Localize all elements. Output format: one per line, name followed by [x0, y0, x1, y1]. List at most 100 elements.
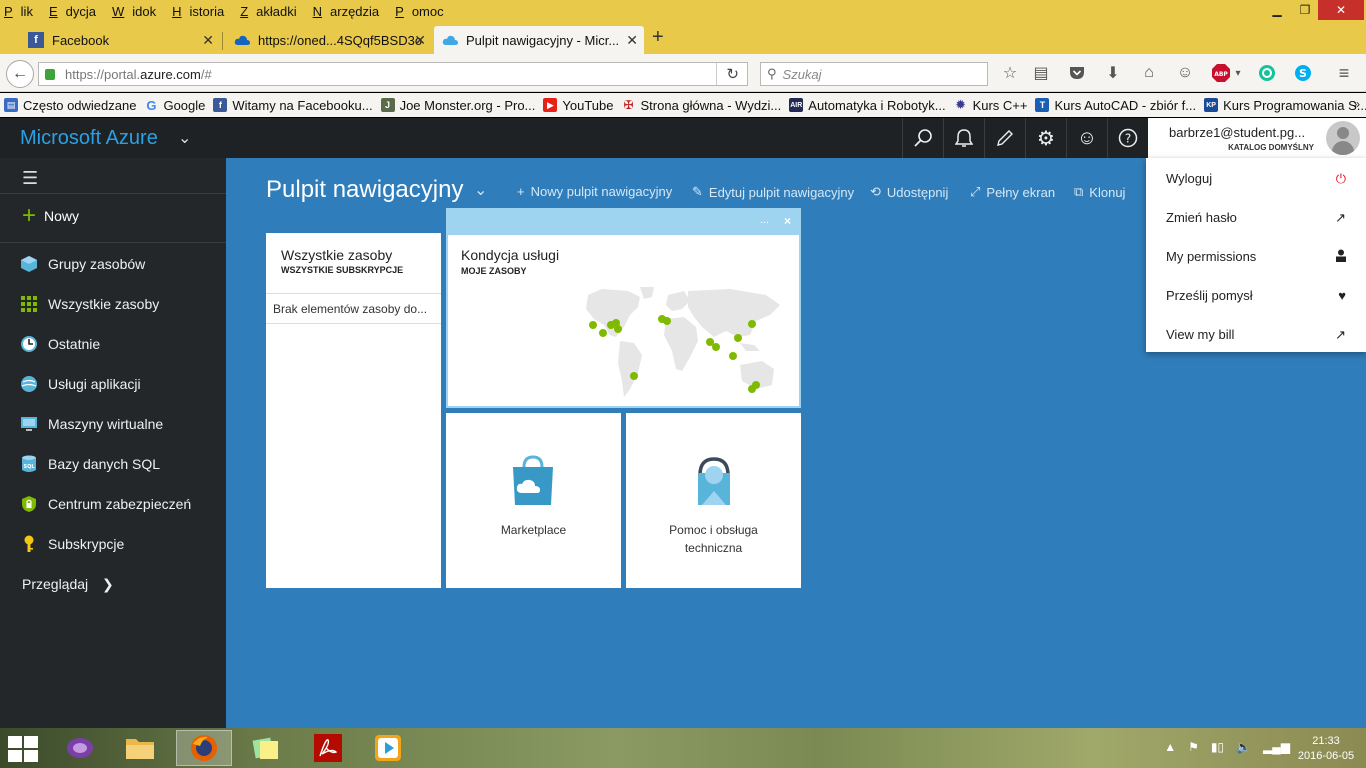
tile-title: Wszystkie zasoby — [281, 247, 393, 263]
avatar[interactable] — [1326, 121, 1360, 155]
reading-list-icon[interactable]: ▤ — [1031, 63, 1051, 83]
account-header[interactable]: barbrze1@student.pg... KATALOG DOMYŚLNY — [1148, 118, 1366, 158]
bookmark-item[interactable]: KP Kurs Programowania S... — [1204, 98, 1366, 113]
close-tab-icon[interactable]: ✕ — [202, 32, 214, 49]
bookmark-item[interactable]: T Kurs AutoCAD - zbiór f... — [1035, 98, 1196, 113]
tab-facebook[interactable]: f Facebook ✕ — [20, 26, 220, 54]
support-person-icon — [698, 457, 730, 505]
new-tab-button[interactable]: + — [652, 26, 664, 49]
chevron-down-icon[interactable]: ▾ — [1228, 63, 1248, 83]
sidebar-item-security-center[interactable]: Centrum zabezpieczeń — [20, 492, 191, 516]
tab-azure-dashboard[interactable]: Pulpit nawigacyjny - Micr... ✕ — [434, 26, 644, 54]
portal-brand[interactable]: Microsoft Azure — [20, 127, 158, 150]
app-media-icon[interactable] — [52, 730, 108, 766]
svg-text:?: ? — [1125, 132, 1131, 146]
bookmark-item[interactable]: ✹ Kurs C++ — [954, 97, 1027, 113]
close-window-button[interactable]: ✕ — [1318, 0, 1364, 20]
feedback-smiley-icon[interactable]: ☺ — [1066, 118, 1107, 158]
menu-item-view-bill[interactable]: View my bill ↗ — [1146, 315, 1366, 354]
address-bar[interactable]: https://portal. azure.com/# ↻ — [38, 62, 748, 86]
volume-icon[interactable]: 🔈 — [1236, 740, 1251, 754]
network-signal-icon[interactable]: ▂▄▆ — [1263, 740, 1290, 754]
menu-item-sign-out[interactable]: Wyloguj ⏻ — [1146, 159, 1366, 198]
menu-item-submit-idea[interactable]: Prześlij pomysł ♥ — [1146, 276, 1366, 315]
browse-button[interactable]: Przeglądaj ❯ — [22, 576, 114, 593]
tile-all-resources[interactable]: Wszystkie zasoby WSZYSTKIE SUBSKRYPCJE B… — [266, 233, 441, 588]
help-icon[interactable]: ? — [1107, 118, 1148, 158]
bookmark-star-icon[interactable]: ☆ — [1000, 63, 1020, 83]
sidebar-item-all-resources[interactable]: Wszystkie zasoby — [20, 292, 159, 316]
sidebar-item-resource-groups[interactable]: Grupy zasobów — [20, 252, 145, 276]
menu-plik[interactable]: Plik — [4, 4, 41, 19]
pencil-icon[interactable] — [984, 118, 1025, 158]
sidebar-item-app-services[interactable]: Usługi aplikacji — [20, 372, 141, 396]
tab-onedrive[interactable]: https://oned...4SQqf5BSD3o ✕ — [226, 26, 432, 54]
menu-edycja[interactable]: Edycja — [49, 4, 104, 19]
close-tab-icon[interactable]: ✕ — [626, 32, 638, 49]
back-button[interactable]: ← — [6, 60, 34, 88]
bookmark-item[interactable]: ▤ Często odwiedzane — [4, 98, 136, 113]
maximize-button[interactable]: ❐ — [1290, 0, 1320, 20]
more-bookmarks-icon[interactable]: » — [1353, 97, 1360, 111]
share-button[interactable]: ⟲ Udostępnij — [870, 184, 948, 200]
fullscreen-button[interactable]: ⤢ Pełny ekran — [970, 184, 1055, 200]
search-input[interactable]: ⚲ Szukaj — [760, 62, 988, 86]
sidebar-item-sql-databases[interactable]: SQL Bazy danych SQL — [20, 452, 160, 476]
new-resource-button[interactable]: + Nowy — [22, 204, 79, 228]
download-icon[interactable]: ⬇ — [1103, 63, 1123, 83]
sidebar-item-subscriptions[interactable]: Subskrypcje — [20, 532, 124, 556]
bookmark-item[interactable]: J Joe Monster.org - Pro... — [380, 98, 535, 113]
acrobat-icon[interactable] — [300, 730, 356, 766]
tile-marketplace[interactable]: Marketplace — [446, 413, 621, 588]
menu-item-change-password[interactable]: Zmień hasło ↗ — [1146, 198, 1366, 237]
chat-icon[interactable]: ☺ — [1175, 63, 1195, 83]
edit-dashboard-button[interactable]: ✎ Edytuj pulpit nawigacyjny — [692, 184, 854, 200]
close-tab-icon[interactable]: ✕ — [414, 32, 426, 49]
hamburger-menu-icon[interactable]: ☰ — [22, 168, 38, 189]
menu-historia[interactable]: Historia — [172, 4, 232, 19]
menu-item-my-permissions[interactable]: My permissions — [1146, 237, 1366, 276]
clone-button[interactable]: ⧉ Klonuj — [1074, 184, 1125, 200]
menu-zakladki[interactable]: Zakładki — [240, 4, 304, 19]
firefox-icon[interactable] — [176, 730, 232, 766]
bookmark-item[interactable]: ✠ Strona główna - Wydzi... — [622, 98, 781, 113]
bookmark-item[interactable]: f Witamy na Facebooku... — [213, 98, 373, 113]
home-icon[interactable]: ⌂ — [1139, 63, 1159, 83]
chevron-down-icon[interactable]: ⌄ — [474, 180, 487, 200]
skype-icon[interactable]: S — [1293, 63, 1313, 83]
pocket-icon[interactable] — [1067, 63, 1087, 83]
bookmark-item[interactable]: AIR Automatyka i Robotyk... — [789, 98, 946, 113]
tile-help-support[interactable]: Pomoc i obsługa techniczna — [626, 413, 801, 588]
sidebar-item-virtual-machines[interactable]: Maszyny wirtualne — [20, 412, 163, 436]
more-options-icon[interactable]: ... — [760, 214, 769, 226]
url-scheme: https://portal. — [65, 66, 141, 82]
menu-widok[interactable]: Widok — [112, 4, 164, 19]
new-dashboard-button[interactable]: + Nowy pulpit nawigacyjny — [517, 184, 672, 199]
command-label: Klonuj — [1089, 184, 1126, 200]
hamburger-menu-icon[interactable]: ≡ — [1334, 63, 1354, 83]
reload-icon[interactable]: ↻ — [726, 65, 739, 83]
search-icon[interactable] — [902, 118, 943, 158]
action-center-flag-icon[interactable]: ⚑ — [1188, 740, 1199, 754]
notifications-bell-icon[interactable] — [943, 118, 984, 158]
windows-start-icon[interactable] — [8, 736, 38, 762]
menu-pomoc[interactable]: Pomoc — [395, 4, 451, 19]
sidebar-item-recent[interactable]: Ostatnie — [20, 332, 100, 356]
sidebar-item-label: Subskrypcje — [48, 536, 125, 552]
grammarly-icon[interactable] — [1257, 63, 1277, 83]
settings-gear-icon[interactable]: ⚙ — [1025, 118, 1066, 158]
bookmark-item[interactable]: ▶ YouTube — [543, 98, 614, 113]
sticky-notes-icon[interactable] — [238, 730, 294, 766]
tab-label: Facebook — [52, 32, 110, 48]
minimize-button[interactable]: ▁ — [1262, 0, 1292, 20]
menu-narzedzia[interactable]: Narzędzia — [313, 4, 388, 19]
file-explorer-icon[interactable] — [112, 730, 168, 766]
chevron-down-icon[interactable]: ⌄ — [178, 128, 191, 148]
close-icon[interactable]: × — [784, 214, 791, 228]
clock[interactable]: 21:33 2016-06-05 — [1294, 734, 1358, 764]
tile-service-health[interactable]: ... × Kondycja usługi MOJE ZASOBY — [446, 208, 801, 408]
bookmark-item[interactable]: G Google — [144, 98, 205, 113]
tray-expand-icon[interactable]: ▲ — [1164, 740, 1176, 754]
battery-icon[interactable]: ▮▯ — [1211, 740, 1224, 754]
video-player-icon[interactable] — [360, 730, 416, 766]
